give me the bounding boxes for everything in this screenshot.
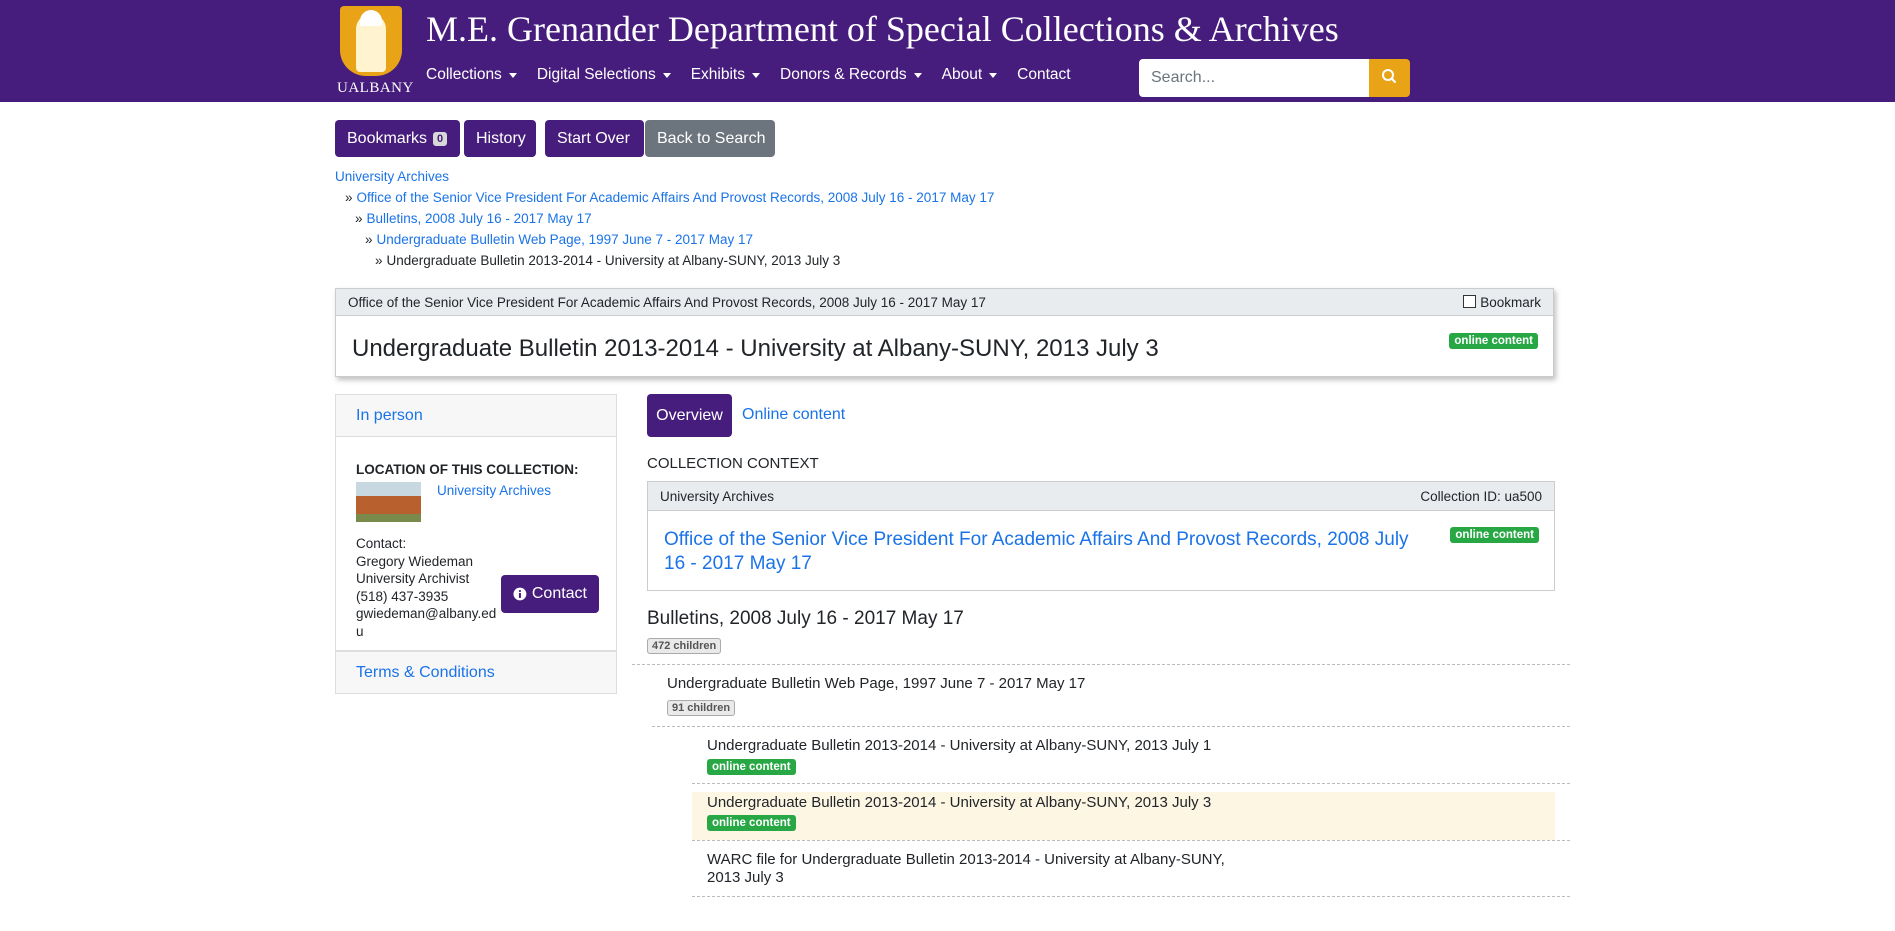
- children-count-badge: 91 children: [667, 700, 736, 716]
- breadcrumb-current: Undergraduate Bulletin 2013-2014 - Unive…: [386, 253, 841, 268]
- bookmarks-button[interactable]: Bookmarks 0: [335, 120, 460, 157]
- online-content-badge: online content: [1450, 527, 1539, 543]
- collection-context-card: University Archives Collection ID: ua500…: [647, 481, 1555, 591]
- location-heading: LOCATION OF THIS COLLECTION:: [356, 462, 579, 477]
- divider: [632, 664, 1570, 665]
- record-card: Office of the Senior Vice President For …: [335, 288, 1554, 377]
- caret-down-icon: [913, 72, 922, 78]
- sidebar: In person LOCATION OF THIS COLLECTION: U…: [335, 394, 617, 694]
- terms-panel-header[interactable]: Terms & Conditions: [335, 651, 617, 694]
- history-button[interactable]: History: [464, 120, 536, 157]
- divider: [692, 840, 1570, 841]
- online-content-badge: online content: [707, 759, 796, 775]
- nav-digital-selections[interactable]: Digital Selections: [537, 66, 671, 84]
- logo-wordmark: UALBANY: [337, 80, 414, 96]
- caret-down-icon: [508, 72, 517, 78]
- nav-exhibits[interactable]: Exhibits: [691, 66, 760, 84]
- nav-about[interactable]: About: [942, 66, 998, 84]
- tree-item-title[interactable]: WARC file for Undergraduate Bulletin 201…: [707, 851, 1225, 887]
- divider: [692, 896, 1570, 897]
- location-panel: LOCATION OF THIS COLLECTION: University …: [335, 437, 617, 651]
- breadcrumb-link[interactable]: Bulletins, 2008 July 16 - 2017 May 17: [367, 211, 592, 226]
- repository-name: University Archives: [660, 488, 775, 504]
- nav-donors-records[interactable]: Donors & Records: [780, 66, 922, 84]
- online-content-badge: online content: [1449, 333, 1538, 349]
- collection-title-link[interactable]: Office of the Senior Vice President For …: [664, 528, 1434, 576]
- bookmark-toggle[interactable]: Bookmark: [1463, 294, 1541, 310]
- breadcrumb-link[interactable]: Undergraduate Bulletin Web Page, 1997 Ju…: [377, 232, 754, 247]
- building-thumbnail: [356, 482, 421, 522]
- search-icon: [1382, 69, 1397, 84]
- tab-online-content[interactable]: Online content: [742, 406, 845, 424]
- divider: [692, 783, 1570, 784]
- main-nav: Collections Digital Selections Exhibits …: [426, 66, 1091, 84]
- info-icon: [513, 587, 527, 601]
- tree-item-title-current[interactable]: Undergraduate Bulletin 2013-2014 - Unive…: [707, 794, 1211, 811]
- caret-down-icon: [752, 72, 760, 78]
- repository-link[interactable]: University Archives: [437, 483, 551, 498]
- nav-collections[interactable]: Collections: [426, 66, 517, 84]
- contact-button[interactable]: Contact: [501, 575, 599, 613]
- contact-info: Contact: Gregory Wiedeman University Arc…: [356, 536, 497, 639]
- in-person-panel-header[interactable]: In person: [335, 394, 617, 437]
- ualbany-logo[interactable]: UALBANY: [337, 6, 414, 98]
- site-header: UALBANY M.E. Grenander Department of Spe…: [0, 0, 1895, 102]
- search-input[interactable]: [1139, 59, 1381, 97]
- children-count-badge: 472 children: [647, 638, 722, 654]
- minerva-icon: [340, 6, 402, 76]
- subseries-title[interactable]: Undergraduate Bulletin Web Page, 1997 Ju…: [667, 675, 1085, 692]
- caret-down-icon: [662, 72, 671, 78]
- start-over-button[interactable]: Start Over: [545, 120, 644, 157]
- online-content-badge: online content: [707, 815, 796, 831]
- nav-contact[interactable]: Contact: [1017, 66, 1070, 84]
- back-to-search-button[interactable]: Back to Search: [645, 120, 775, 157]
- caret-down-icon: [989, 72, 998, 78]
- divider: [652, 726, 1570, 727]
- record-parent: Office of the Senior Vice President For …: [348, 294, 986, 310]
- series-title[interactable]: Bulletins, 2008 July 16 - 2017 May 17: [647, 608, 964, 630]
- collection-id: Collection ID: ua500: [1420, 488, 1542, 504]
- breadcrumb-link[interactable]: Office of the Senior Vice President For …: [357, 190, 995, 205]
- search-form: [1139, 59, 1410, 97]
- tree-item-title[interactable]: Undergraduate Bulletin 2013-2014 - Unive…: [707, 737, 1211, 754]
- collection-context-heading: COLLECTION CONTEXT: [647, 455, 819, 472]
- tab-overview[interactable]: Overview: [647, 394, 732, 437]
- search-button[interactable]: [1369, 59, 1410, 97]
- checkbox-icon[interactable]: [1463, 294, 1477, 308]
- site-title[interactable]: M.E. Grenander Department of Special Col…: [426, 8, 1339, 50]
- record-title: Undergraduate Bulletin 2013-2014 - Unive…: [352, 335, 1159, 362]
- bookmarks-count-badge: 0: [433, 131, 448, 146]
- breadcrumb-link[interactable]: University Archives: [335, 169, 449, 184]
